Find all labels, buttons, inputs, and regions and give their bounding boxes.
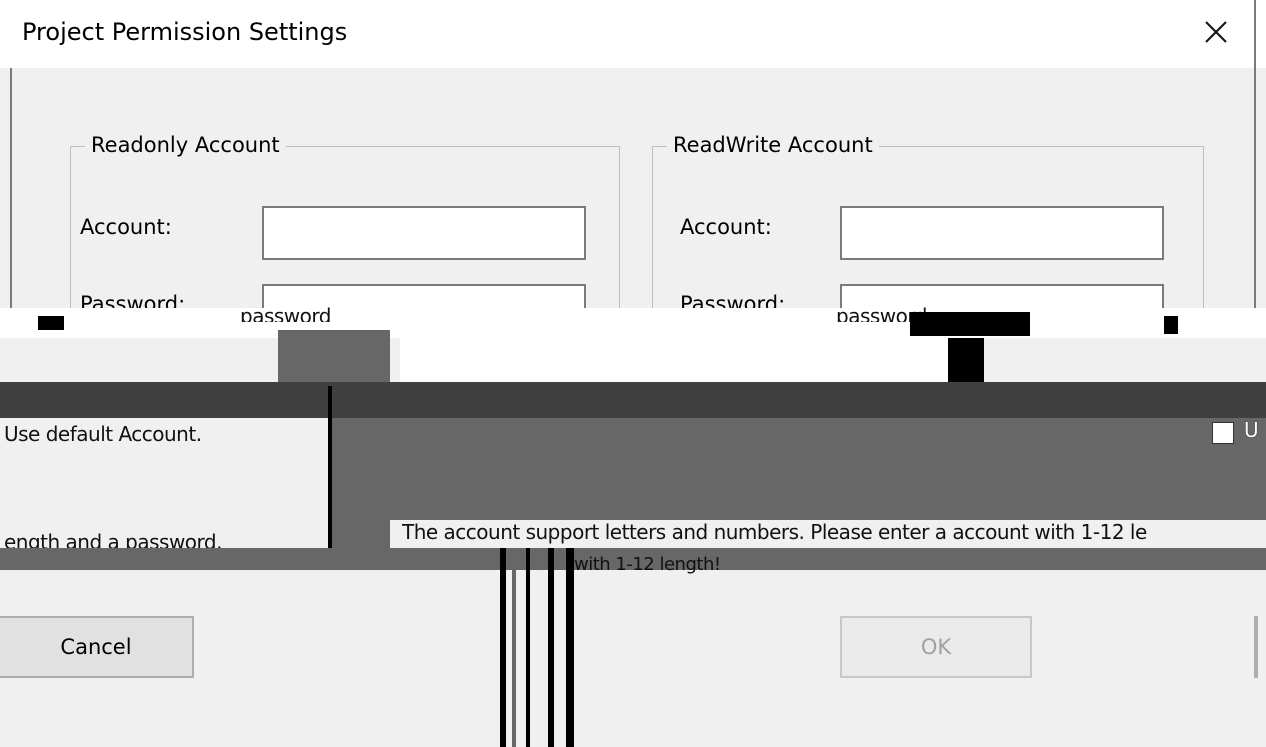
glitch-band-dark [0, 382, 1266, 418]
readonly-password-label: Password: [80, 292, 186, 308]
readwrite-account-label: Account: [680, 215, 772, 239]
glitch-artifact [278, 330, 390, 386]
glitch-artifact [328, 386, 332, 548]
hint-second-line: with 1-12 length! [574, 554, 721, 575]
glitch-artifact [1164, 316, 1178, 334]
ok-button[interactable]: OK [840, 616, 1032, 678]
readonly-account-label: Account: [80, 215, 172, 239]
partial-button-edge [1254, 616, 1258, 678]
default-account-checkbox[interactable] [1212, 422, 1234, 444]
title-bar: Project Permission Settings [0, 0, 1266, 68]
readwrite-group-title: ReadWrite Account [667, 133, 879, 157]
cancel-button[interactable]: Cancel [0, 616, 194, 678]
glitch-artifact [548, 548, 554, 747]
default-account-label: Use default Account. [4, 422, 202, 446]
glitch-artifact [526, 548, 530, 747]
dialog-title: Project Permission Settings [22, 18, 348, 46]
glitch-artifact [910, 312, 1030, 336]
readonly-password-placeholder: password [240, 304, 331, 322]
close-icon[interactable] [1198, 14, 1234, 50]
glitch-band-top [0, 308, 1266, 338]
permission-dialog: Project Permission Settings Readonly Acc… [0, 0, 1266, 747]
readonly-account-input[interactable] [262, 206, 586, 260]
window-border-left [10, 68, 12, 308]
glitch-artifact [400, 338, 948, 382]
window-border-right [1254, 0, 1256, 308]
default-account-checkbox-label: U [1244, 418, 1259, 442]
hint-main-text: The account support letters and numbers.… [402, 520, 1147, 544]
glitch-artifact [512, 548, 516, 747]
readwrite-account-input[interactable] [840, 206, 1164, 260]
readonly-group-title: Readonly Account [85, 133, 286, 157]
glitch-artifact [566, 548, 574, 747]
glitch-artifact [948, 338, 984, 382]
readwrite-password-label: Password: [680, 292, 786, 308]
glitch-artifact [38, 316, 64, 330]
glitch-artifact [500, 548, 506, 747]
